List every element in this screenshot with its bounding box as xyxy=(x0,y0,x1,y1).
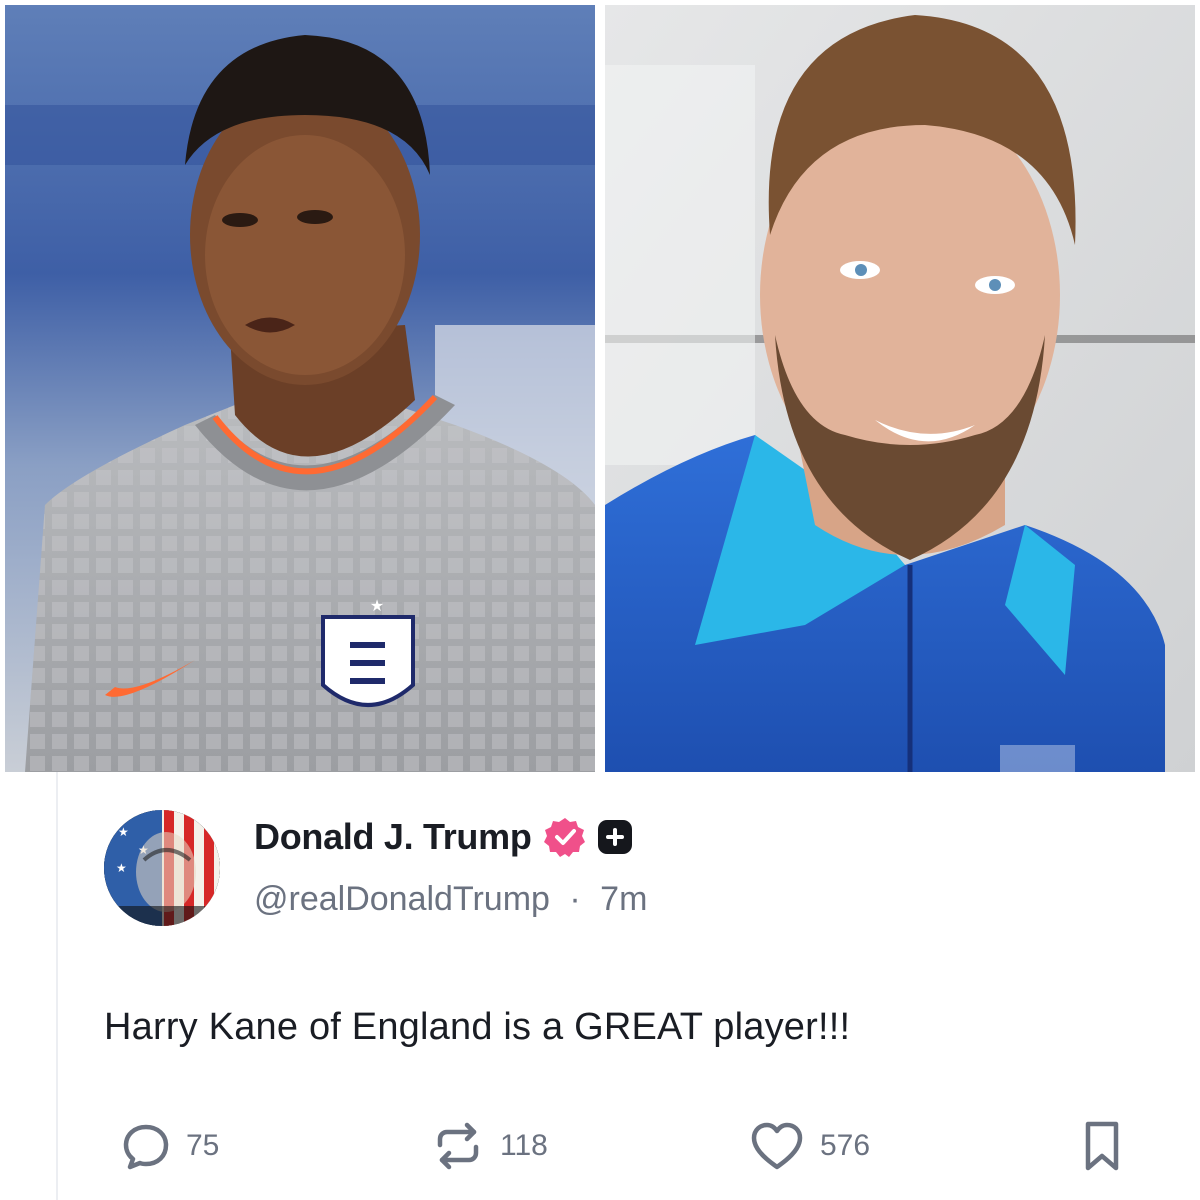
post-text: Harry Kane of England is a GREAT player!… xyxy=(104,1006,851,1048)
verified-badge-icon xyxy=(543,816,586,858)
plus-badge-icon xyxy=(597,820,632,854)
author-name[interactable]: Donald J. Trump xyxy=(254,816,532,858)
author-row: Donald J. Trump xyxy=(254,812,632,862)
bookmark-icon xyxy=(1085,1121,1119,1171)
author-handle[interactable]: @realDonaldTrump xyxy=(254,880,550,918)
svg-text:★: ★ xyxy=(118,825,129,839)
photo-left[interactable]: ★ xyxy=(5,5,595,772)
avatar-image: ★ ★ ★ xyxy=(104,810,220,926)
svg-text:★: ★ xyxy=(116,861,127,875)
reply-button[interactable]: 75 xyxy=(120,1118,219,1174)
repost-icon xyxy=(437,1122,479,1170)
reply-count: 75 xyxy=(186,1129,220,1162)
post-actions: 75 118 576 xyxy=(120,1118,1130,1174)
player-photo-left: ★ xyxy=(5,5,595,772)
social-post: ★ ★ ★ Donald J. Trump @realDonaldTrump ·… xyxy=(56,772,1200,1200)
handle-row: @realDonaldTrump · 7m xyxy=(254,880,647,919)
like-count: 576 xyxy=(820,1129,871,1162)
avatar[interactable]: ★ ★ ★ xyxy=(104,810,220,926)
photo-right[interactable] xyxy=(605,5,1195,772)
separator: · xyxy=(569,880,581,918)
player-photo-right xyxy=(605,5,1195,772)
like-button[interactable]: 576 xyxy=(748,1118,870,1174)
post-time[interactable]: 7m xyxy=(600,880,647,918)
svg-text:★: ★ xyxy=(370,596,384,615)
repost-button[interactable]: 118 xyxy=(430,1118,548,1174)
like-icon xyxy=(751,1122,803,1170)
repost-count: 118 xyxy=(500,1129,548,1162)
photo-collage: ★ xyxy=(0,0,1200,772)
reply-icon xyxy=(123,1124,169,1170)
bookmark-button[interactable] xyxy=(1080,1118,1124,1174)
